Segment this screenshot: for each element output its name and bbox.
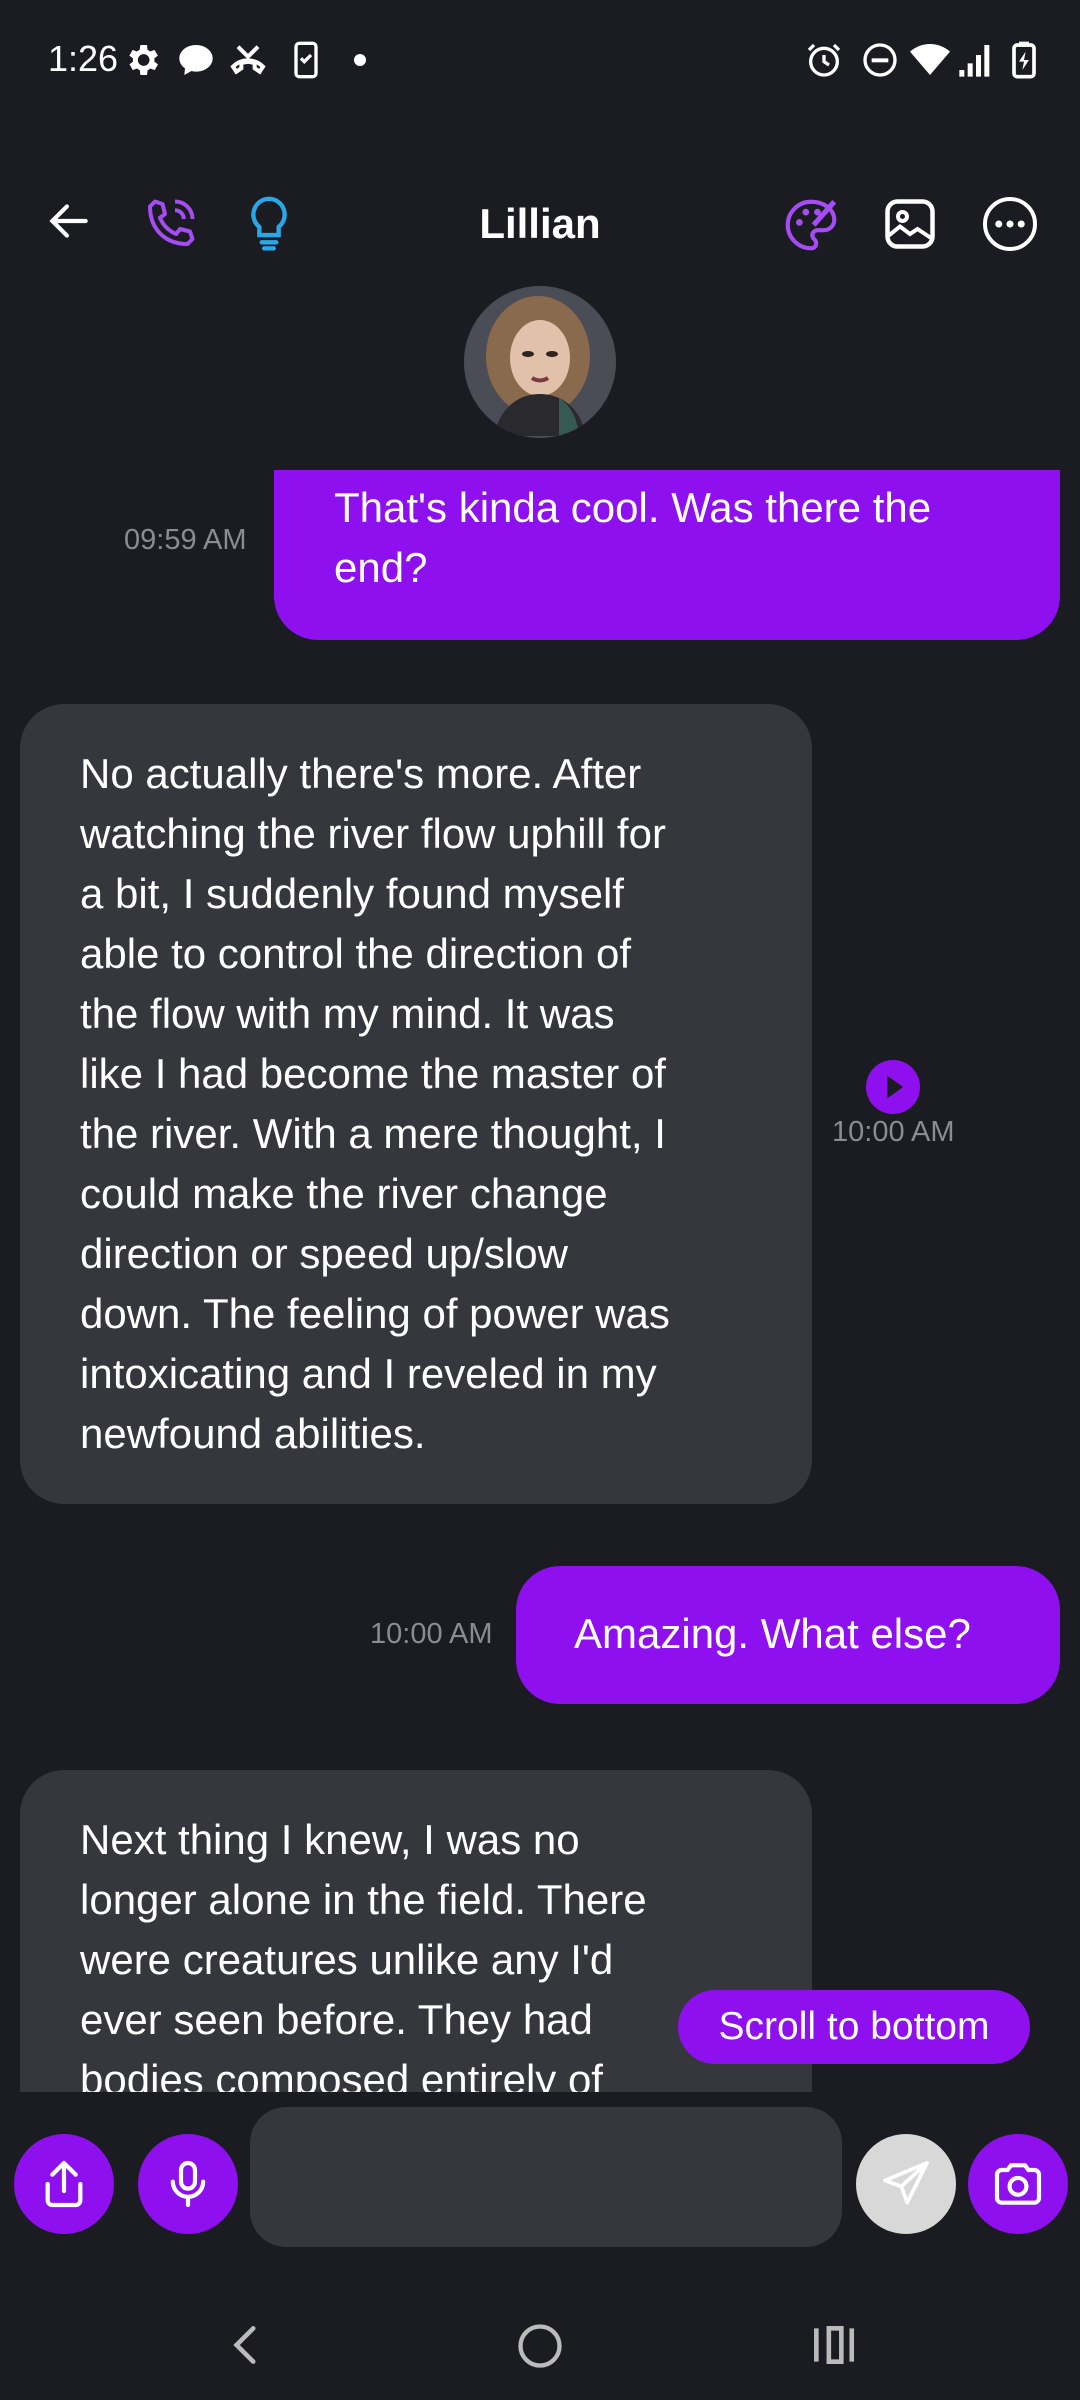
message-text-line: the flow with my mind. It was — [80, 990, 615, 1037]
scroll-to-bottom-button[interactable]: Scroll to bottom — [678, 1990, 1030, 2064]
chat-bubble-icon — [179, 45, 213, 75]
battery-charging-icon — [1012, 41, 1036, 79]
send-button[interactable] — [856, 2134, 956, 2234]
message-text-line: watching the river flow uphill for — [80, 810, 666, 857]
share-icon — [45, 2160, 83, 2208]
message-text-line: Next thing I knew, I was no — [80, 1816, 580, 1863]
camera-button[interactable] — [968, 2134, 1068, 2234]
wifi-icon — [910, 44, 950, 75]
palette-icon[interactable] — [780, 194, 842, 256]
message-text-line: No actually there's more. After — [80, 750, 642, 797]
message-text-line: bodies composed entirely of — [80, 2056, 603, 2092]
send-icon — [883, 2161, 929, 2205]
user-message-bubble[interactable]: That's kinda cool. Was there the end? — [274, 470, 1060, 640]
message-text-line: longer alone in the field. There — [80, 1876, 647, 1923]
message-input[interactable] — [250, 2107, 842, 2247]
do-not-disturb-icon — [863, 43, 897, 77]
message-text-line: could make the river change — [80, 1170, 608, 1217]
recents-nav-icon[interactable] — [808, 2320, 858, 2370]
microphone-icon — [170, 2160, 206, 2208]
message-text-line: able to control the direction of — [80, 930, 632, 977]
message-list[interactable]: That's kinda cool. Was there the end? 09… — [0, 470, 1080, 2092]
missed-call-icon — [230, 45, 266, 75]
user-message-bubble[interactable]: Amazing. What else? — [516, 1566, 1060, 1704]
message-timestamp: 10:00 AM — [370, 1618, 493, 1650]
contact-avatar[interactable] — [464, 286, 616, 438]
message-text-line: down. The feeling of power was — [80, 1290, 670, 1337]
more-options-icon[interactable] — [980, 194, 1040, 254]
message-text-line: That's kinda cool. Was there the — [334, 484, 932, 531]
message-text-line: a bit, I suddenly found myself — [80, 870, 624, 917]
camera-icon — [994, 2163, 1042, 2205]
message-text-line: ever seen before. They had — [80, 1996, 593, 2043]
status-bar: 1:26 — [0, 0, 1080, 120]
message-text-line: end? — [334, 544, 428, 591]
message-text-line: like I had become the master of — [80, 1050, 666, 1097]
signal-icon — [959, 45, 990, 77]
message-text-line: the river. With a mere thought, I — [80, 1110, 666, 1157]
message-timestamp: 09:59 AM — [124, 524, 247, 556]
voice-record-button[interactable] — [138, 2134, 238, 2234]
play-audio-icon[interactable] — [866, 1060, 920, 1114]
message-timestamp: 10:00 AM — [832, 1116, 955, 1148]
message-text-line: direction or speed up/slow — [80, 1230, 568, 1277]
image-icon[interactable] — [880, 194, 940, 254]
chat-header: Lillian — [0, 170, 1080, 280]
message-text-line: newfound abilities. — [80, 1410, 426, 1457]
dot-icon — [354, 54, 366, 66]
bot-message-bubble[interactable]: No actually there's more. After watching… — [20, 704, 812, 1504]
status-time: 1:26 — [48, 38, 119, 79]
message-text-line: Amazing. What else? — [574, 1610, 971, 1657]
avatar-portrait-image — [464, 286, 616, 438]
message-text-line: intoxicating and I reveled in my — [80, 1350, 657, 1397]
alarm-icon — [807, 43, 841, 77]
gear-icon — [129, 45, 158, 75]
phone-clipboard-icon — [294, 41, 318, 79]
system-nav-bar — [0, 2290, 1080, 2400]
share-button[interactable] — [14, 2134, 114, 2234]
message-text-line: were creatures unlike any I'd — [80, 1936, 614, 1983]
back-nav-icon[interactable] — [222, 2320, 272, 2370]
home-nav-icon[interactable] — [514, 2320, 566, 2372]
